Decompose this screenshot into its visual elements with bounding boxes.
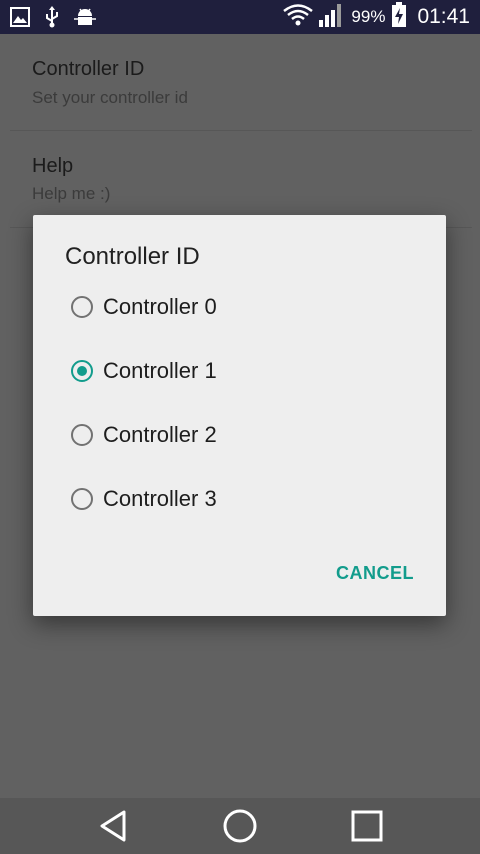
radio-button-checked[interactable] xyxy=(71,360,93,382)
radio-option-controller-0[interactable]: Controller 0 xyxy=(71,285,411,329)
radio-button[interactable] xyxy=(71,296,93,318)
dialog-title: Controller ID xyxy=(65,243,200,270)
android-debug-icon xyxy=(74,7,96,32)
radio-button[interactable] xyxy=(71,488,93,510)
option-label: Controller 2 xyxy=(103,422,217,447)
pref-summary: Help me :) xyxy=(32,184,111,203)
usb-icon xyxy=(44,6,60,33)
recents-icon[interactable] xyxy=(347,806,387,846)
wifi-icon xyxy=(283,3,314,31)
image-icon xyxy=(10,7,30,32)
pref-title: Controller ID xyxy=(32,58,145,80)
cancel-button[interactable]: CANCEL xyxy=(336,563,414,584)
pref-summary: Set your controller id xyxy=(32,88,188,107)
battery-percent: 99% xyxy=(351,7,386,26)
controller-id-dialog: Controller ID Controller 0 Controller 1 … xyxy=(33,215,446,616)
radio-button[interactable] xyxy=(71,424,93,446)
radio-option-controller-2[interactable]: Controller 2 xyxy=(71,413,411,457)
battery-charging-icon xyxy=(391,1,407,33)
home-icon[interactable] xyxy=(220,806,260,846)
clock: 01:41 xyxy=(417,5,470,28)
pref-title: Help xyxy=(32,155,74,177)
pref-controller-id[interactable]: Controller ID Set your controller id xyxy=(0,34,480,130)
signal-icon xyxy=(319,3,345,32)
pref-help[interactable]: Help Help me :) xyxy=(0,131,480,227)
option-label: Controller 0 xyxy=(103,294,217,319)
status-bar: 99% 01:41 xyxy=(0,0,480,34)
option-label: Controller 3 xyxy=(103,486,217,511)
radio-option-controller-3[interactable]: Controller 3 xyxy=(71,477,411,521)
navigation-bar xyxy=(0,798,480,854)
option-label: Controller 1 xyxy=(103,358,217,383)
back-icon[interactable] xyxy=(94,806,134,846)
radio-option-controller-1[interactable]: Controller 1 xyxy=(71,349,411,393)
